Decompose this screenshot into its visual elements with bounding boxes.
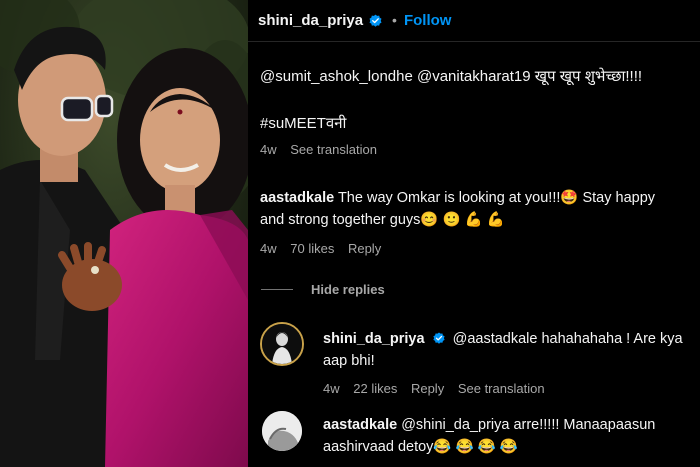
- hide-replies-line: [261, 289, 293, 290]
- comment-meta: 4w 70 likes Reply: [260, 241, 391, 256]
- reply-line-1: @shini_da_priya arre!!!!! Manaapaasun: [401, 417, 656, 433]
- reply-likes[interactable]: 22 likes: [353, 381, 397, 396]
- reply-age: 4w: [323, 381, 340, 396]
- post-hashtag[interactable]: #suMEETवनी: [260, 113, 346, 133]
- verified-badge-icon: [432, 332, 445, 344]
- reply-line-1: @aastadkale hahahahaha ! Are kya: [452, 331, 683, 347]
- comment-age: 4w: [260, 241, 277, 256]
- post-photo: [0, 0, 248, 467]
- comment-likes[interactable]: 70 likes: [290, 241, 334, 256]
- reply-line-2: aashirvaad detoy😂 😂 😂 😂: [323, 439, 518, 455]
- reply-username[interactable]: shini_da_priya: [323, 331, 425, 347]
- header-divider: [248, 41, 700, 42]
- reply-reply-button[interactable]: Reply: [411, 381, 444, 396]
- comment-username[interactable]: aastadkale: [260, 190, 334, 206]
- reply-text: shini_da_priya @aastadkale hahahahaha ! …: [323, 328, 683, 372]
- reply-see-translation-link[interactable]: See translation: [458, 381, 545, 396]
- comments-panel: shini_da_priya • Follow @sumit_ashok_lon…: [248, 0, 700, 467]
- reply-username[interactable]: aastadkale: [323, 417, 397, 433]
- comment-reply-button[interactable]: Reply: [348, 241, 381, 256]
- post-header: shini_da_priya • Follow: [258, 8, 451, 32]
- avatar-photo: [262, 324, 302, 364]
- reply-line-2: aap bhi!: [323, 353, 375, 369]
- couple-photo-image: [0, 0, 248, 467]
- avatar-photo: [262, 411, 302, 451]
- separator-dot: •: [392, 12, 397, 28]
- reply-avatar[interactable]: [260, 322, 304, 366]
- post-age: 4w: [260, 142, 277, 157]
- comment-text: aastadkale The way Omkar is looking at y…: [260, 187, 655, 231]
- reply-text: aastadkale @shini_da_priya arre!!!!! Man…: [323, 414, 655, 458]
- author-username[interactable]: shini_da_priya: [258, 12, 363, 29]
- hide-replies-label: Hide replies: [311, 282, 385, 297]
- follow-button[interactable]: Follow: [404, 12, 452, 29]
- comment-line-1: The way Omkar is looking at you!!!🤩 Stay…: [337, 190, 656, 206]
- post-meta: 4w See translation: [260, 142, 387, 157]
- post-caption: @sumit_ashok_londhe @vanitakharat19 खूप …: [260, 68, 643, 85]
- reply-meta: 4w 22 likes Reply See translation: [323, 381, 555, 396]
- comment-line-2: and strong together guys😊 🙂 💪 💪: [260, 212, 505, 228]
- verified-badge-icon: [369, 14, 382, 27]
- reply-avatar[interactable]: [262, 411, 302, 451]
- see-translation-link[interactable]: See translation: [290, 142, 377, 157]
- hide-replies-toggle[interactable]: Hide replies: [261, 282, 385, 297]
